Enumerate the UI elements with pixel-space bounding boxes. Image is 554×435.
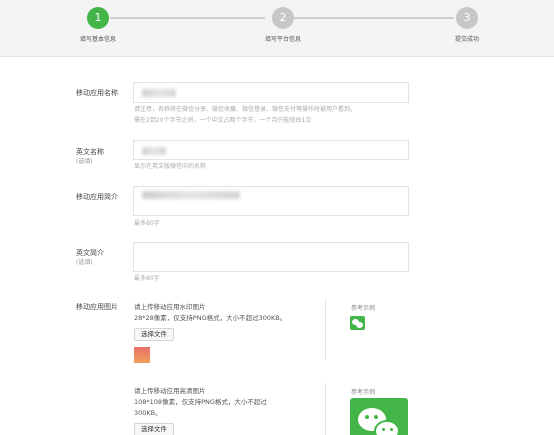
step-number: 3 — [456, 7, 478, 29]
wechat-small-icon — [350, 316, 365, 330]
english-intro-textarea[interactable] — [133, 242, 409, 272]
english-name-hint: 显示在英文版微信中的名称 — [134, 163, 207, 170]
english-intro-hint: 最多80字 — [134, 275, 160, 282]
section-divider — [325, 383, 326, 435]
step-label: 填写平台信息 — [264, 36, 301, 43]
register-app-page: 1 填写基本信息 2 填写平台信息 3 提交成功 移动应用名称 请注意，名称将在… — [0, 0, 554, 435]
step-3: 3 提交成功 — [437, 7, 497, 43]
large-icon-ref-label: 参考示例 — [351, 389, 376, 396]
small-icon-title: 请上传移动应用水印图片 — [134, 303, 206, 311]
step-2: 2 填写平台信息 — [253, 7, 313, 43]
small-icon-spec: 28*28像素，仅支持PNG格式，大小不超过300KB。 — [134, 314, 287, 322]
step-label: 提交成功 — [454, 36, 479, 43]
redacted-value — [142, 89, 176, 97]
step-label: 填写基本信息 — [79, 36, 116, 43]
wechat-large-icon — [350, 398, 408, 435]
app-name-label: 移动应用名称 — [76, 89, 118, 97]
english-name-label: 英文名称 (选填) — [76, 148, 104, 165]
large-icon-spec-2: 300KB。 — [134, 409, 162, 417]
optional-tag: (选填) — [76, 158, 93, 165]
step-1: 1 填写基本信息 — [68, 7, 128, 43]
app-intro-label: 移动应用简介 — [76, 193, 118, 201]
step-connector — [294, 17, 454, 19]
optional-tag: (选填) — [76, 259, 93, 266]
app-name-hint-2: 需在2到20个字节之间，一个中文占两个字节，一个月只能修改1次 — [134, 117, 312, 124]
english-intro-label: 英文简介 (选填) — [76, 249, 104, 266]
large-icon-title: 请上传移动应用高清图片 — [134, 387, 206, 395]
progress-stepper: 1 填写基本信息 2 填写平台信息 3 提交成功 — [0, 0, 554, 57]
english-name-input[interactable] — [133, 140, 409, 160]
app-intro-textarea[interactable] — [133, 186, 409, 216]
choose-small-icon-button[interactable]: 选择文件 — [134, 328, 174, 341]
step-number: 2 — [272, 7, 294, 29]
step-number: 1 — [87, 7, 109, 29]
app-name-input[interactable] — [133, 82, 409, 103]
app-name-hint: 请注意，名称将在微信分享、微信收藏、微信登录、微信支付等操作时被用户看到， — [134, 106, 357, 113]
redacted-value — [142, 147, 166, 155]
app-intro-hint: 最多80字 — [134, 220, 160, 227]
choose-large-icon-button[interactable]: 选择文件 — [134, 423, 174, 435]
app-images-label: 移动应用图片 — [76, 303, 118, 311]
small-icon-preview — [134, 347, 150, 363]
section-divider — [325, 298, 326, 360]
small-icon-ref-label: 参考示例 — [351, 305, 376, 312]
redacted-value — [142, 191, 240, 199]
large-icon-spec: 108*108像素，仅支持PNG格式，大小不超过 — [134, 398, 267, 406]
step-connector — [110, 17, 265, 19]
